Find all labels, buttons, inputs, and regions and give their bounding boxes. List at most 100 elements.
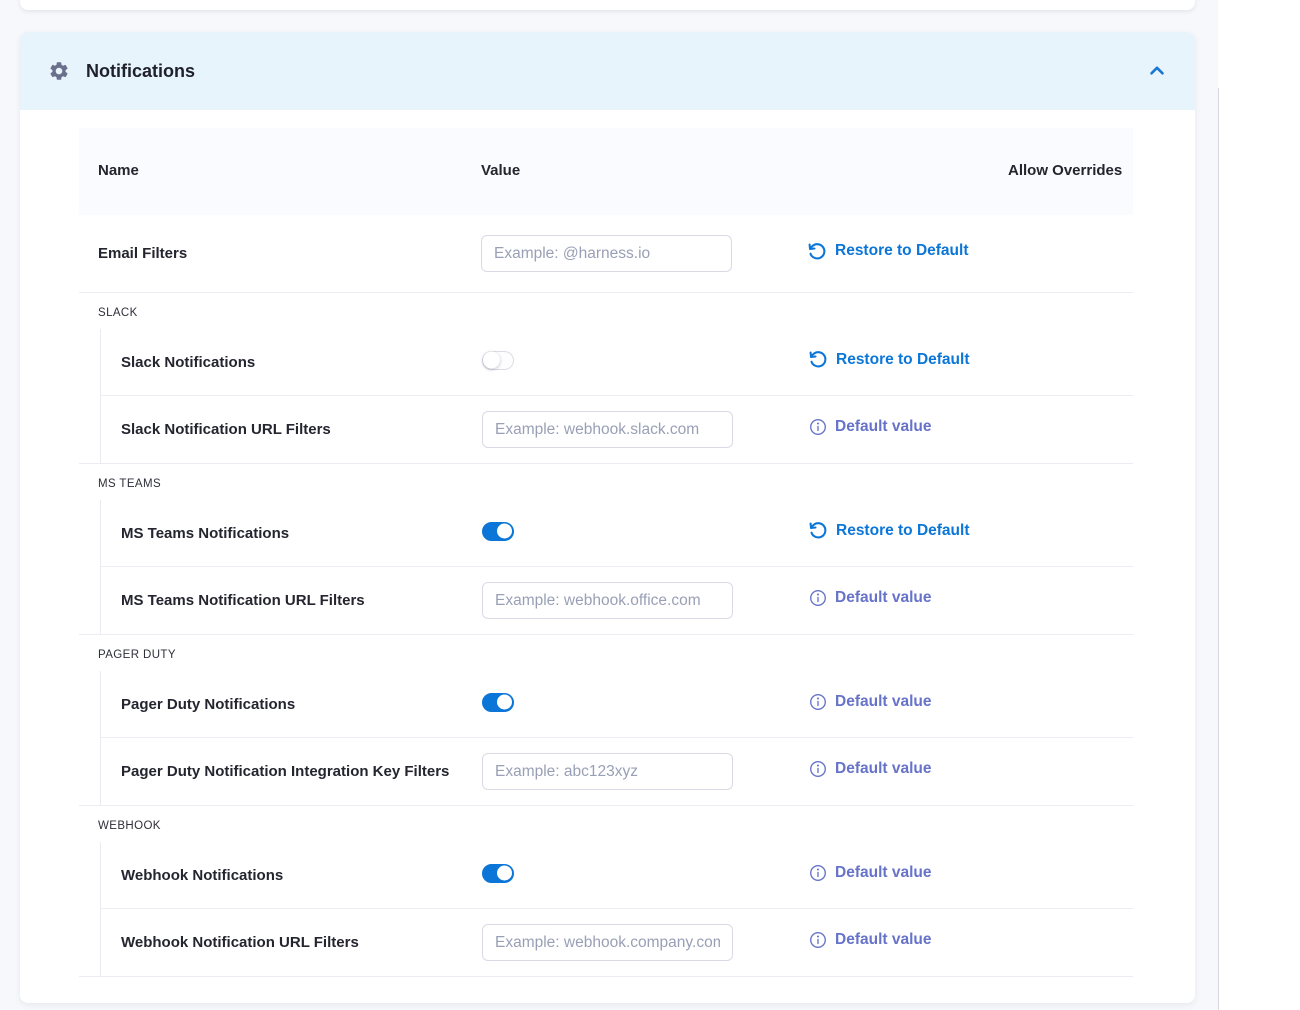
group-label: PAGER DUTY	[79, 635, 1133, 671]
collapse-section-button[interactable]	[1143, 57, 1171, 85]
group-label: MS TEAMS	[79, 464, 1133, 500]
setting-value-input[interactable]	[482, 924, 733, 961]
restore-to-default-link[interactable]: Restore to Default	[809, 350, 970, 369]
table-row: Pager Duty Notifications Default value	[101, 671, 1133, 738]
table-row: Slack Notification URL Filters Default va…	[101, 396, 1133, 463]
setting-value-cell	[482, 753, 809, 790]
info-icon[interactable]	[809, 589, 827, 607]
setting-value-cell	[482, 924, 809, 961]
default-value-label: Default value	[809, 589, 931, 607]
default-value-label: Default value	[809, 931, 931, 949]
notifications-settings-card: Notifications Name Value Allow Overrides…	[20, 32, 1195, 1003]
setting-name-label: Pager Duty Notification Integration Key …	[101, 763, 482, 780]
page-title: Notifications	[86, 61, 195, 82]
setting-value-cell	[482, 582, 809, 619]
group-label: WEBHOOK	[79, 806, 1133, 842]
group-rows-container: Slack NotificationsRestore to DefaultSla…	[100, 329, 1133, 463]
table-row: Slack Notifications Restore to Default	[101, 329, 1133, 396]
setting-action-cell: Default value	[809, 693, 1009, 716]
toggle-knob	[497, 866, 512, 881]
setting-action-cell: Restore to Default	[809, 350, 1009, 374]
group-rows-container: Pager Duty NotificationsDefault valuePag…	[100, 671, 1133, 805]
column-header-name: Name	[79, 159, 481, 184]
setting-value-input[interactable]	[482, 411, 733, 448]
settings-group: SLACK Slack Notifications Restore to Defau…	[79, 293, 1133, 464]
setting-name-label: Pager Duty Notifications	[101, 696, 482, 713]
default-value-label: Default value	[809, 760, 931, 778]
setting-action-cell: Default value	[809, 760, 1009, 783]
setting-value-cell	[481, 235, 808, 272]
group-label: SLACK	[79, 293, 1133, 329]
column-header-allow-overrides: Allow Overrides	[1008, 159, 1133, 184]
settings-group: PAGER DUTY Pager Duty Notifications Defaul…	[79, 635, 1133, 806]
settings-table: Name Value Allow Overrides Email Filters…	[20, 110, 1195, 1003]
setting-value-cell	[482, 693, 809, 716]
settings-group: WEBHOOK Webhook Notifications Default valu…	[79, 806, 1133, 977]
setting-action-cell: Restore to Default	[809, 521, 1009, 545]
info-icon[interactable]	[809, 760, 827, 778]
table-row: Pager Duty Notification Integration Key …	[101, 738, 1133, 805]
action-label-text: Default value	[835, 760, 931, 778]
restore-to-default-link[interactable]: Restore to Default	[808, 242, 969, 261]
chevron-up-icon	[1146, 60, 1168, 82]
toggle-switch[interactable]	[482, 522, 514, 541]
action-label-text: Default value	[835, 864, 931, 882]
table-row: Webhook Notifications Default value	[101, 842, 1133, 909]
toggle-knob	[497, 524, 512, 539]
table-row: MS Teams Notification URL Filters Default…	[101, 567, 1133, 634]
previous-card-edge	[20, 0, 1195, 10]
toggle-switch[interactable]	[482, 693, 514, 712]
table-header-row: Name Value Allow Overrides	[79, 128, 1133, 215]
panel-right-divider	[1218, 88, 1219, 1010]
setting-value-cell	[482, 351, 809, 374]
action-label-text: Restore to Default	[835, 242, 969, 260]
setting-name-label: Webhook Notifications	[101, 867, 482, 884]
action-label-text: Default value	[835, 418, 931, 436]
action-label-text: Default value	[835, 693, 931, 711]
setting-action-cell: Restore to Default	[808, 242, 1008, 266]
toggle-switch[interactable]	[482, 864, 514, 883]
default-value-label: Default value	[809, 693, 931, 711]
default-value-label: Default value	[809, 864, 931, 882]
setting-value-cell	[482, 522, 809, 545]
action-label-text: Restore to Default	[836, 522, 970, 540]
gear-icon	[48, 60, 70, 82]
setting-value-cell	[482, 411, 809, 448]
setting-name-label: Email Filters	[79, 245, 481, 262]
column-header-value: Value	[481, 159, 808, 184]
setting-action-cell: Default value	[809, 864, 1009, 887]
toggle-switch[interactable]	[482, 351, 514, 370]
notifications-card-header[interactable]: Notifications	[20, 32, 1195, 110]
setting-name-label: Webhook Notification URL Filters	[101, 934, 482, 951]
toggle-knob	[497, 695, 512, 710]
setting-name-label: Slack Notification URL Filters	[101, 421, 482, 438]
info-icon[interactable]	[809, 693, 827, 711]
info-icon[interactable]	[809, 864, 827, 882]
restore-icon	[808, 242, 827, 261]
action-label-text: Default value	[835, 589, 931, 607]
group-rows-container: Webhook NotificationsDefault valueWebhoo…	[100, 842, 1133, 976]
settings-group: MS TEAMS MS Teams Notifications Restore to…	[79, 464, 1133, 635]
action-label-text: Default value	[835, 931, 931, 949]
table-row: Webhook Notification URL Filters Default …	[101, 909, 1133, 976]
info-icon[interactable]	[809, 931, 827, 949]
group-rows-container: MS Teams Notifications Restore to Default…	[100, 500, 1133, 634]
setting-value-input[interactable]	[481, 235, 732, 272]
setting-action-cell: Default value	[809, 931, 1009, 954]
setting-value-input[interactable]	[482, 582, 733, 619]
setting-name-label: MS Teams Notifications	[101, 525, 482, 542]
setting-action-cell: Default value	[809, 418, 1009, 441]
info-icon[interactable]	[809, 418, 827, 436]
table-row: MS Teams Notifications Restore to Default	[101, 500, 1133, 567]
setting-value-input[interactable]	[482, 753, 733, 790]
setting-name-label: Slack Notifications	[101, 354, 482, 371]
table-row: Email Filters Restore to Default	[79, 215, 1133, 293]
settings-table-body: Email FiltersRestore to DefaultSLACKSlac…	[79, 215, 1133, 977]
restore-to-default-link[interactable]: Restore to Default	[809, 521, 970, 540]
setting-name-label: MS Teams Notification URL Filters	[101, 592, 482, 609]
toggle-knob	[483, 352, 500, 369]
default-value-label: Default value	[809, 418, 931, 436]
restore-icon	[809, 521, 828, 540]
setting-value-cell	[482, 864, 809, 887]
restore-icon	[809, 350, 828, 369]
